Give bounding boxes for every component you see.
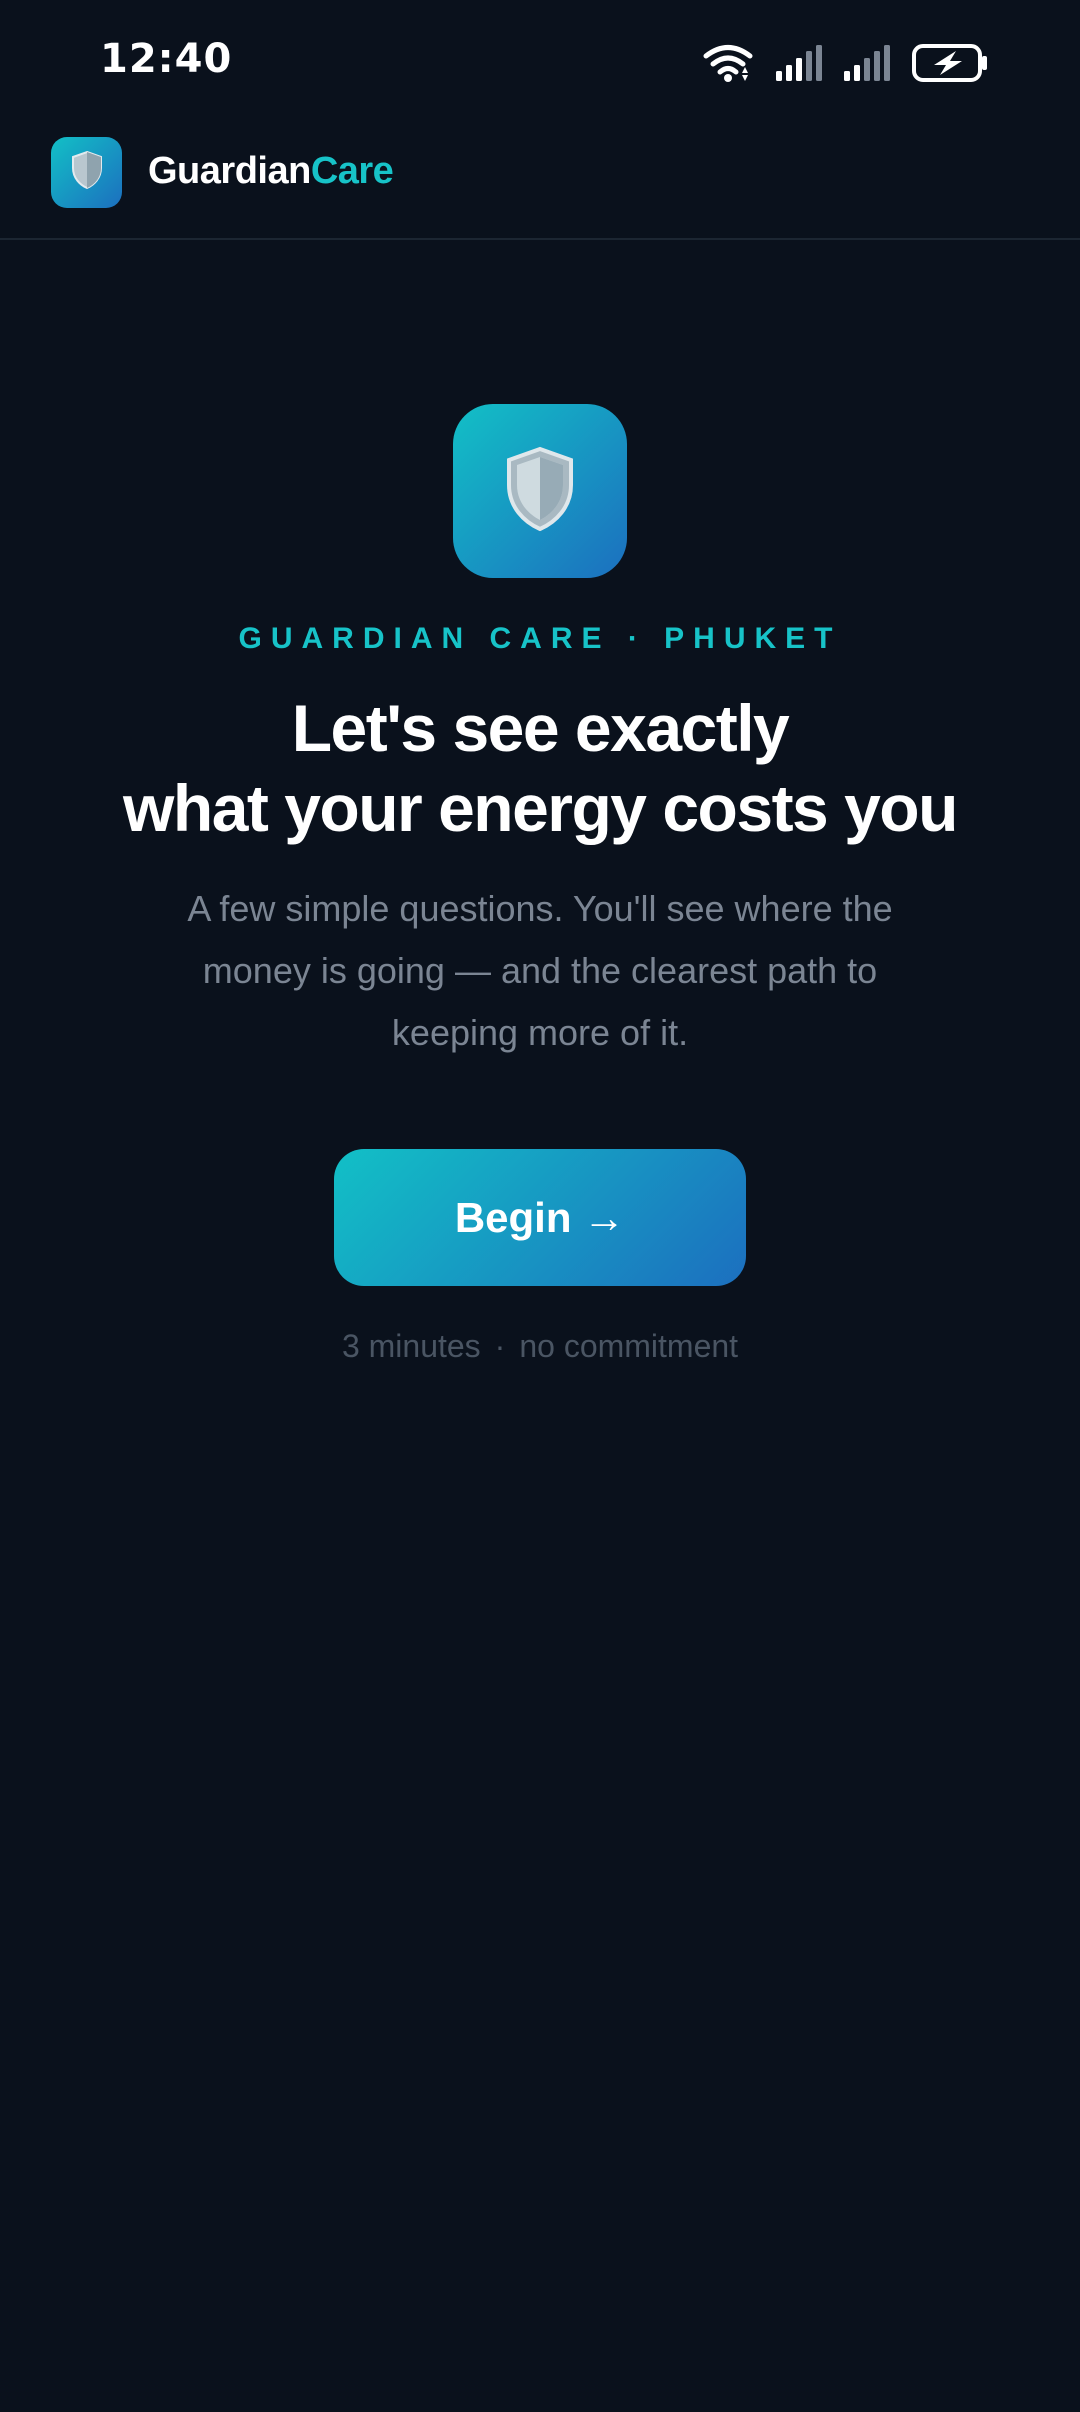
shield-icon [70, 150, 104, 195]
eyebrow-label: GUARDIAN CARE · PHUKET [238, 622, 842, 655]
app-header: GuardianCare [0, 110, 1080, 240]
app-title: GuardianCare [148, 150, 394, 193]
page-title-line2: what your energy costs you [123, 771, 958, 845]
intro-text: A few simple questions. You'll see where… [187, 888, 893, 1053]
duration-text: 3 minutes [341, 1328, 481, 1364]
app-title-part1: Guardian [148, 150, 311, 192]
app-logo [51, 137, 122, 208]
shield-icon [503, 445, 577, 538]
hero-logo [453, 404, 627, 578]
signal-icon [776, 43, 822, 83]
commitment-text: no commitment [519, 1328, 739, 1364]
status-bar: 12:40 [0, 0, 1080, 110]
begin-button[interactable]: Begin → [334, 1149, 746, 1286]
page-title-line1: Let's see exactly [291, 691, 790, 765]
screen: 12:40 GuardianCare GUARDIAN CARE · PHUKE… [0, 0, 1080, 2412]
battery-charging-icon [912, 43, 988, 83]
app-title-part2: Care [310, 150, 394, 192]
wifi-icon [702, 43, 754, 83]
footnote: 3 minutes · no commitment [0, 1328, 1080, 1365]
signal-icon [844, 43, 890, 83]
page-title: Let's see exactly what your energy costs… [40, 688, 1040, 848]
status-time: 12:40 [100, 36, 233, 82]
status-icons [702, 40, 988, 86]
footnote-separator: · [494, 1328, 506, 1364]
